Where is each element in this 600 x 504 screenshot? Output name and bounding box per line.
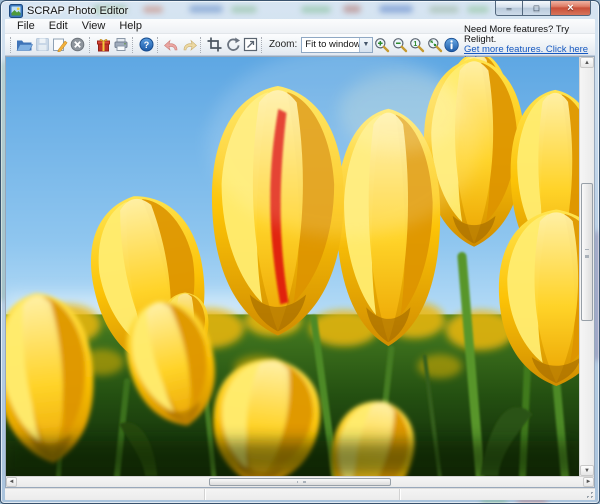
fit-to-window-button[interactable] — [426, 35, 444, 55]
minimize-button[interactable]: – — [495, 1, 523, 16]
actual-size-icon: 1 — [409, 37, 425, 53]
menu-file[interactable]: File — [10, 20, 42, 32]
print-button[interactable] — [112, 35, 130, 55]
scroll-right-button[interactable]: ► — [583, 477, 594, 487]
zoom-in-button[interactable] — [373, 35, 391, 55]
open-folder-icon — [16, 37, 33, 52]
fit-to-window-icon — [427, 37, 443, 53]
print-icon — [113, 37, 129, 52]
crop-button[interactable] — [206, 35, 224, 55]
cancel-button[interactable] — [69, 35, 87, 55]
zoom-in-icon — [374, 37, 390, 53]
close-button[interactable]: × — [550, 1, 591, 16]
help-icon: ? — [139, 37, 154, 52]
svg-text:?: ? — [144, 40, 150, 50]
resize-button[interactable] — [242, 35, 260, 55]
save-button[interactable] — [33, 35, 51, 55]
status-bar — [5, 488, 595, 500]
vertical-scrollbar[interactable]: ▲ ▼ — [579, 57, 594, 476]
status-cell — [205, 489, 400, 500]
status-cell — [400, 489, 595, 500]
toolbar-separator — [10, 37, 13, 53]
window-controls: – □ × — [495, 1, 591, 16]
menu-help[interactable]: Help — [112, 20, 149, 32]
crop-icon — [207, 37, 222, 52]
rotate-button[interactable] — [224, 35, 242, 55]
client-area: File Edit View Help — [5, 19, 595, 500]
zoom-out-icon — [392, 37, 408, 53]
edit-button[interactable] — [51, 35, 69, 55]
redo-button[interactable] — [181, 35, 199, 55]
zoom-out-button[interactable] — [391, 35, 409, 55]
actual-size-button[interactable]: 1 — [408, 35, 426, 55]
redo-icon — [181, 38, 198, 52]
promo-heading: Need More features? Try Relight. — [464, 25, 588, 45]
maximize-button[interactable]: □ — [523, 1, 550, 16]
close-x-icon — [70, 37, 85, 52]
titlebar[interactable]: SCRAP Photo Editor – □ × — [5, 1, 595, 19]
vertical-scroll-thumb[interactable] — [581, 183, 593, 321]
menu-edit[interactable]: Edit — [42, 20, 75, 32]
toolbar-separator — [132, 37, 135, 53]
gift-icon — [96, 37, 111, 52]
undo-button[interactable] — [163, 35, 181, 55]
info-icon — [444, 36, 459, 54]
status-cell — [5, 489, 205, 500]
window-title: SCRAP Photo Editor — [27, 5, 128, 17]
toolbar-separator — [89, 37, 92, 53]
svg-text:1: 1 — [414, 41, 418, 48]
toolbar: ? — [5, 34, 595, 56]
scroll-down-button[interactable]: ▼ — [580, 465, 594, 476]
horizontal-scrollbar[interactable]: ◄ ► — [6, 476, 594, 487]
app-window: SCRAP Photo Editor – □ × File Edit View … — [0, 0, 600, 504]
resize-icon — [243, 37, 258, 52]
canvas-frame: ▲ ▼ ◄ ► — [5, 56, 595, 488]
photo-canvas[interactable] — [6, 57, 579, 476]
open-button[interactable] — [16, 35, 34, 55]
scroll-left-button[interactable]: ◄ — [6, 477, 17, 487]
undo-icon — [163, 38, 180, 52]
chevron-down-icon: ▼ — [359, 38, 372, 52]
horizontal-scroll-track[interactable] — [17, 477, 583, 487]
scroll-up-button[interactable]: ▲ — [580, 57, 594, 68]
help-button[interactable]: ? — [137, 35, 155, 55]
toolbar-separator — [261, 37, 264, 53]
zoom-label: Zoom: — [269, 39, 297, 50]
tulips-photo — [6, 57, 579, 476]
edit-icon — [52, 37, 68, 52]
resize-grip[interactable] — [584, 489, 594, 499]
horizontal-scroll-thumb[interactable] — [209, 478, 390, 486]
toolbar-separator — [157, 37, 160, 53]
gift-button[interactable] — [94, 35, 112, 55]
rotate-icon — [225, 37, 240, 52]
zoom-value: Fit to window (100.7 — [305, 39, 359, 50]
zoom-dropdown[interactable]: Fit to window (100.7 ▼ — [301, 37, 373, 53]
toolbar-separator — [200, 37, 203, 53]
menu-view[interactable]: View — [75, 20, 113, 32]
save-icon — [35, 37, 50, 52]
app-icon — [9, 4, 23, 18]
